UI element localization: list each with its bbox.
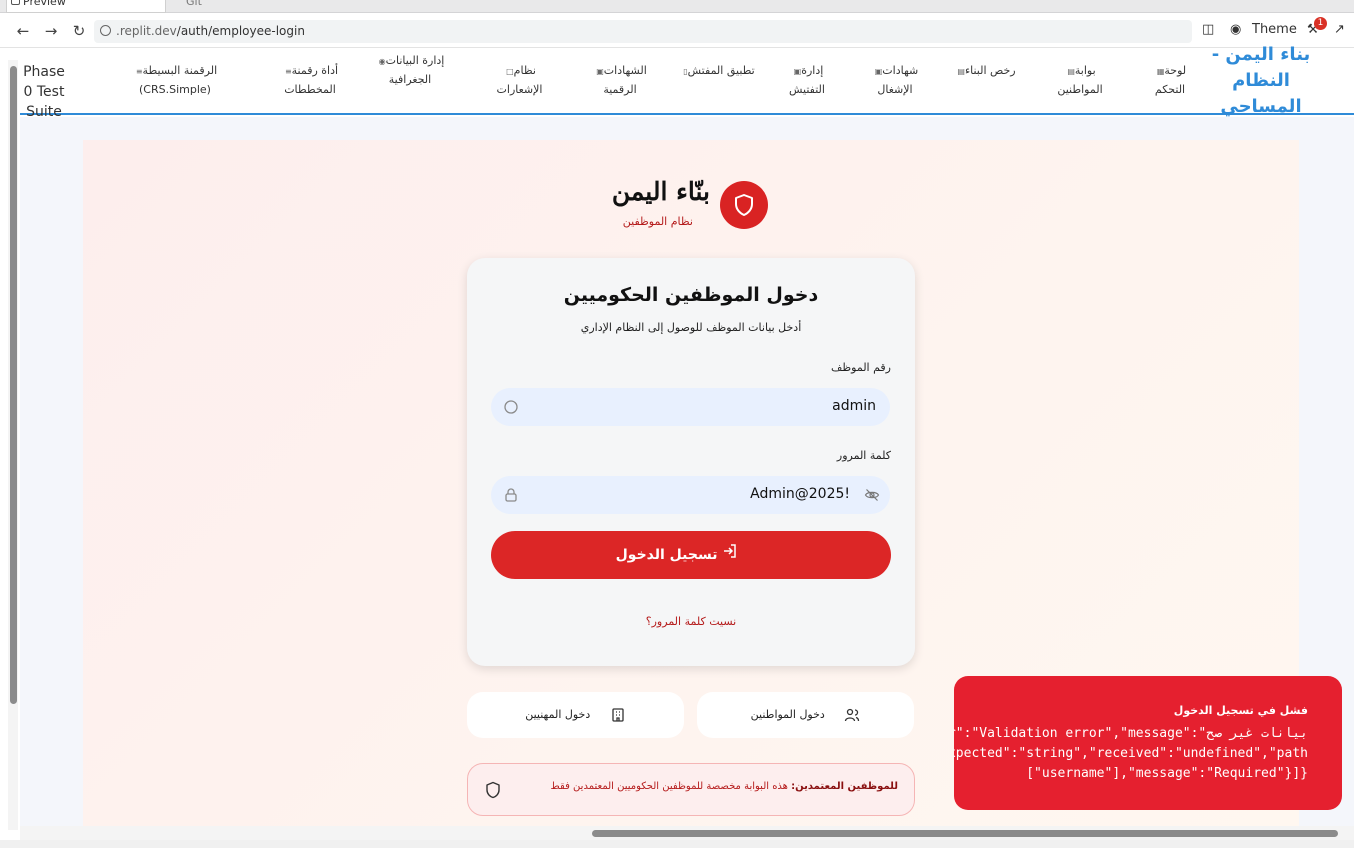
url-host: .replit.dev	[116, 24, 177, 38]
vertical-scrollbar[interactable]	[8, 60, 18, 830]
nav-item-label: Phase 0 Test Suite	[23, 64, 65, 120]
toast-message-line-1: 400: {"error":"Validation error","messag…	[954, 726, 1308, 741]
tab-git[interactable]: Git	[170, 0, 230, 13]
message-icon: □	[506, 67, 514, 76]
preview-icon	[11, 0, 20, 5]
toast-message-line-2: :"expected":"string","received":"undefin…	[954, 746, 1308, 761]
password-field[interactable]: Admin@2025!	[491, 476, 890, 514]
devices-icon[interactable]: ◫	[1202, 22, 1214, 37]
nav-item-inspector-app[interactable]: ▯تطبيق المفتش	[680, 62, 755, 81]
horizontal-scrollbar[interactable]	[20, 826, 1354, 840]
nav-item-label: تطبيق المفتش	[687, 64, 755, 77]
login-button-label: تسجيل الدخول	[615, 547, 718, 563]
shield-icon	[735, 194, 753, 216]
login-button[interactable]: تسجيل الدخول	[491, 531, 891, 579]
nav-item-label: أداة رقمنة المخططات	[284, 64, 339, 96]
logo	[720, 181, 768, 229]
toast-title: فشل في تسجيل الدخول	[1173, 704, 1308, 717]
error-toast[interactable]: فشل في تسجيل الدخول 400: {"error":"Valid…	[954, 676, 1342, 810]
certificate-icon: ▣	[596, 67, 604, 76]
notice-bold: للموظفين المعتمدين:	[791, 781, 898, 792]
nav-item-label: الرقمنة البسيطة (CRS.Simple)	[139, 64, 218, 96]
url-input[interactable]: .replit.dev/auth/employee-login	[94, 20, 1192, 43]
employee-id-value: admin	[832, 398, 876, 414]
nav-item-label: الشهادات الرقمية	[603, 64, 647, 96]
password-value: Admin@2025!	[750, 486, 850, 502]
professional-login-button[interactable]: دخول المهنيين	[467, 692, 684, 738]
nav-item-occupancy-certs[interactable]: ▣شهادات الإشغال	[855, 62, 935, 99]
login-card: دخول الموظفين الحكوميين أدخل بيانات المو…	[467, 258, 915, 666]
back-arrow-icon[interactable]: ←	[12, 20, 34, 42]
professional-login-label: دخول المهنيين	[525, 708, 591, 721]
employee-id-field[interactable]: admin	[491, 388, 890, 426]
layers-icon: ≡	[284, 67, 292, 76]
notification-badge: 1	[1314, 17, 1327, 30]
app-title: بنّاء اليمن	[611, 177, 710, 206]
authorized-staff-notice: للموظفين المعتمدين: هذه البوابة مخصصة لل…	[467, 763, 915, 816]
theme-button[interactable]: Theme	[1252, 22, 1297, 37]
nav-item-building-permits[interactable]: ▤رخص البناء	[950, 62, 1020, 81]
notice-body: هذه البوابة مخصصة للموظفين الحكوميين الم…	[550, 781, 788, 792]
vertical-scroll-thumb[interactable]	[10, 66, 17, 704]
nav-item-label: نظام الإشعارات	[496, 64, 543, 96]
tab-preview[interactable]: Preview	[6, 0, 166, 13]
nav-item-phase0[interactable]: Phase 0 Test Suite	[22, 62, 66, 122]
nav-item-simple-digitizing[interactable]: ≡الرقمنة البسيطة (CRS.Simple)	[110, 62, 240, 99]
nav-item-label: بوابة المواطنين	[1057, 64, 1103, 96]
notice-text: للموظفين المعتمدين: هذه البوابة مخصصة لل…	[551, 781, 898, 792]
url-path: /auth/employee-login	[176, 24, 305, 38]
login-subtitle: أدخل بيانات الموظف للوصول إلى النظام الإ…	[580, 321, 802, 334]
nav-item-plan-digitizer[interactable]: ≡أداة رقمنة المخططات	[270, 62, 350, 99]
reload-icon[interactable]: ↻	[68, 20, 90, 42]
password-label: كلمة المرور	[836, 449, 891, 462]
login-title: دخول الموظفين الحكوميين	[563, 284, 819, 306]
address-bar: ← → ↻ .replit.dev/auth/employee-login ◫ …	[0, 14, 1354, 48]
nav-item-inspection-mgmt[interactable]: ▣إدارة التفتيش	[772, 62, 842, 99]
nav-item-geo-data[interactable]: ◉إدارة البيانات الجغرافية	[370, 52, 450, 89]
nav-item-label: إدارة البيانات الجغرافية	[385, 54, 445, 86]
tab-preview-label: Preview	[23, 0, 66, 8]
tab-git-label: Git	[186, 0, 202, 8]
forward-arrow-icon[interactable]: →	[40, 20, 62, 42]
users-icon	[845, 708, 860, 722]
link-icon	[100, 25, 111, 36]
building-icon: ▤	[957, 67, 965, 76]
map-pin-icon: ◉	[378, 57, 386, 66]
browser-tab-strip: Preview Git	[0, 0, 1354, 13]
nav-item-dashboard[interactable]: ▦لوحة التحكم	[1140, 62, 1200, 99]
citizen-login-label: دخول المواطنين	[750, 708, 825, 721]
employee-id-label: رقم الموظف	[831, 361, 891, 374]
building-icon: ▤	[1067, 67, 1075, 76]
nav-item-digital-certs[interactable]: ▣الشهادات الرقمية	[580, 62, 660, 99]
horizontal-scroll-thumb[interactable]	[592, 830, 1338, 837]
eye-off-icon[interactable]	[864, 487, 880, 507]
layers-icon: ≡	[135, 67, 143, 76]
bottom-panel-edge	[0, 840, 1354, 848]
nav-brand[interactable]: بناء اليمن - النظام المساحي	[1206, 42, 1316, 120]
app-navbar: بناء اليمن - النظام المساحي ▦لوحة التحكم…	[20, 44, 1354, 120]
nav-item-citizen-portal[interactable]: ▤بوابة المواطنين	[1040, 62, 1120, 99]
user-icon	[503, 399, 519, 419]
open-external-icon[interactable]: ↗	[1334, 22, 1345, 37]
citizen-login-button[interactable]: دخول المواطنين	[697, 692, 914, 738]
app-subtitle: نظام الموظفين	[622, 215, 693, 228]
nav-item-notifications[interactable]: □نظام الإشعارات	[482, 62, 557, 99]
toast-message-line-3: ["username"],"message":"Required"}]}	[1026, 766, 1308, 781]
shield-icon	[485, 781, 501, 803]
forgot-password-link[interactable]: نسيت كلمة المرور؟	[467, 615, 915, 628]
palette-icon[interactable]: ◉	[1230, 22, 1241, 37]
building-icon	[612, 708, 624, 722]
url-text: .replit.dev/auth/employee-login	[116, 24, 305, 38]
lock-icon	[503, 487, 519, 507]
log-in-icon	[722, 531, 738, 579]
nav-item-label: شهادات الإشغال	[877, 64, 919, 96]
nav-item-label: رخص البناء	[964, 64, 1016, 77]
